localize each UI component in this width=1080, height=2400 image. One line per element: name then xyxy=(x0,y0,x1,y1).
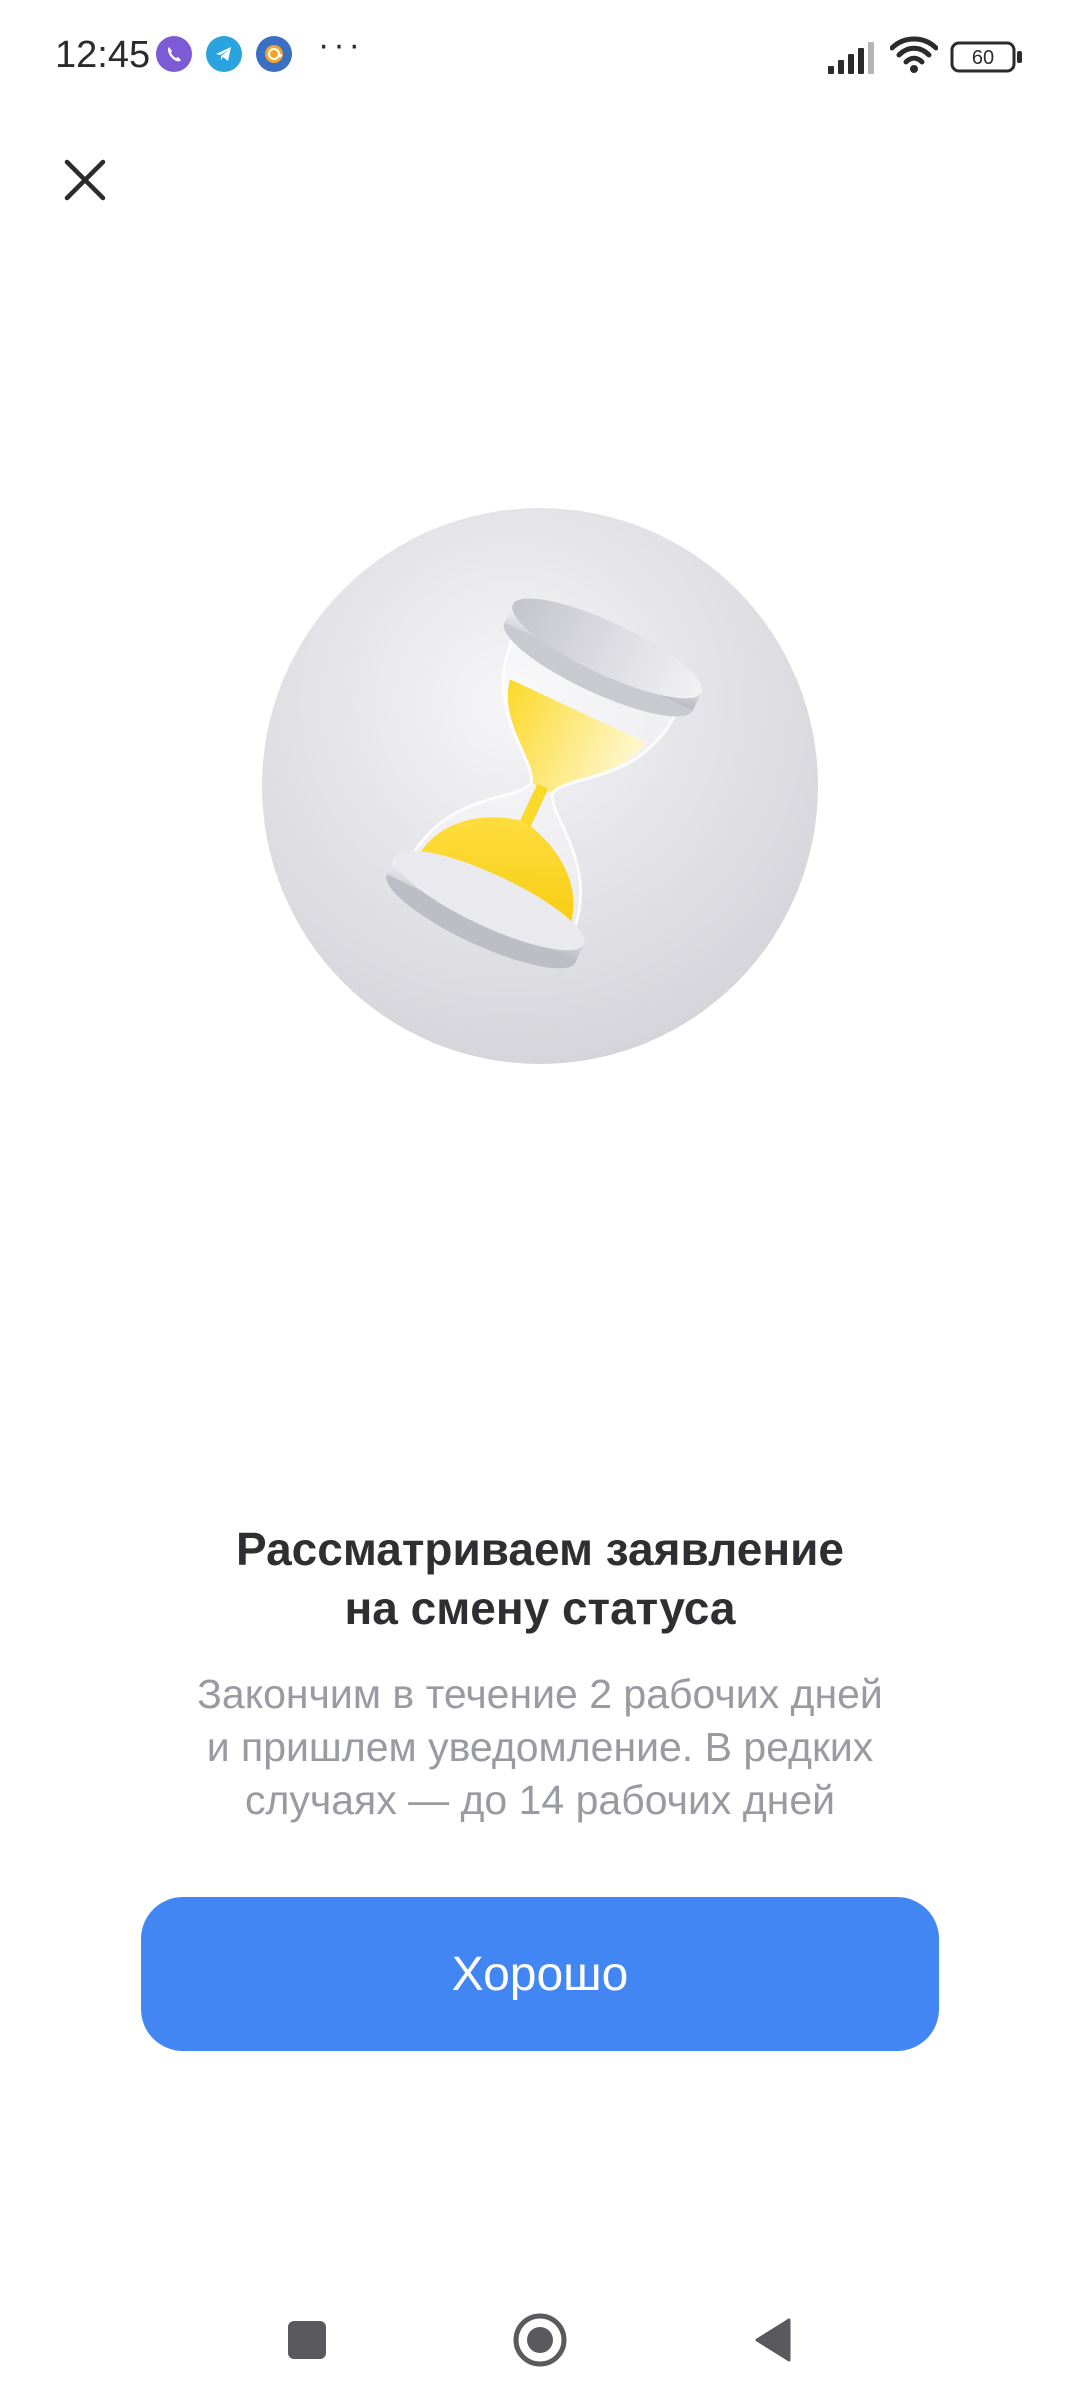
hourglass-illustration xyxy=(262,508,818,1064)
telegram-icon xyxy=(206,36,242,72)
signal-icon xyxy=(828,42,874,74)
dialog-title: Рассматриваем заявление на смену статуса xyxy=(236,1523,844,1634)
recents-square-icon xyxy=(288,2321,326,2359)
wifi-icon xyxy=(890,36,938,73)
back-triangle-icon xyxy=(755,2318,791,2362)
recents-button[interactable] xyxy=(267,2300,347,2380)
status-bar: 12:45 ··· 60 xyxy=(0,0,1080,112)
more-notifications-indicator: ··· xyxy=(318,26,364,64)
ok-button-label: Хорошо xyxy=(451,1947,629,2001)
dialog-description: Закончим в течение 2 рабочих дней и приш… xyxy=(197,1671,883,1823)
battery-icon: 60 xyxy=(950,41,1022,73)
screen: 12:45 ··· 60 Рассматриваем заявление на … xyxy=(0,0,1080,2400)
system-navigation-bar xyxy=(0,2280,1080,2400)
viber-icon xyxy=(156,36,192,72)
close-icon xyxy=(64,159,106,201)
status-time: 12:45 xyxy=(55,34,151,76)
home-button[interactable] xyxy=(500,2300,580,2380)
battery-level-text: 60 xyxy=(972,47,994,69)
ok-button[interactable]: Хорошо xyxy=(141,1897,939,2051)
email-at-icon xyxy=(256,36,292,72)
home-circle-icon xyxy=(513,2313,567,2367)
back-button[interactable] xyxy=(733,2300,813,2380)
close-button[interactable] xyxy=(50,145,120,215)
